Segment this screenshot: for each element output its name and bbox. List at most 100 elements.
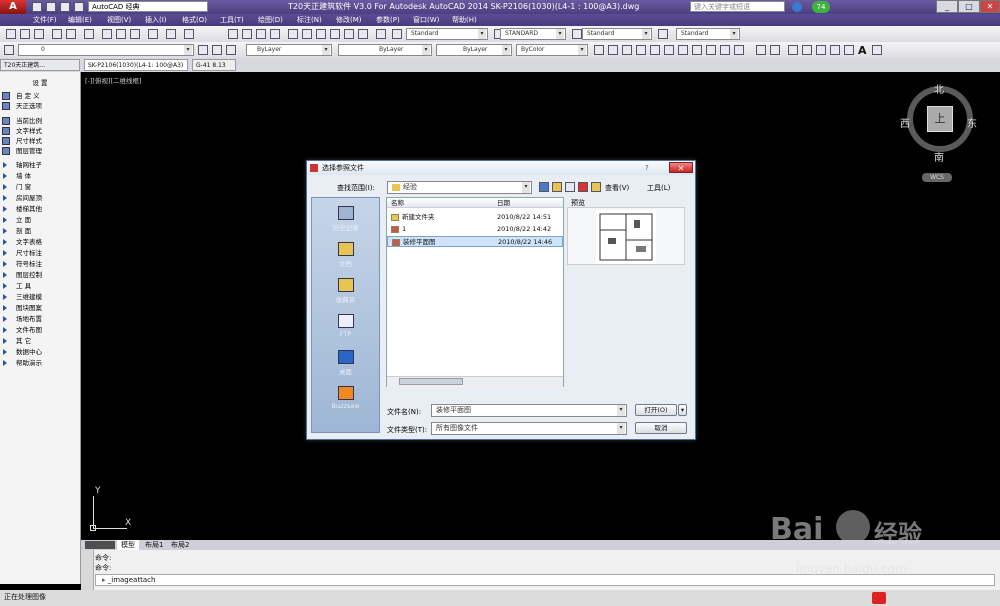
paste-icon[interactable]	[130, 29, 140, 39]
sidebar-header-settings[interactable]: 设 置	[0, 78, 80, 88]
file-row-selected[interactable]: 装修平面图 2010/8/22 14:46	[387, 236, 563, 247]
table-style-icon[interactable]	[572, 29, 582, 39]
region-icon[interactable]	[830, 45, 840, 55]
tools-menu[interactable]: 工具(L)	[647, 183, 670, 193]
up-folder-icon[interactable]	[552, 182, 562, 192]
rectangle-icon[interactable]	[650, 45, 660, 55]
preview-icon[interactable]	[66, 29, 76, 39]
close-button[interactable]: ✕	[980, 0, 1000, 13]
column-name-header[interactable]: 名称	[387, 198, 495, 208]
cut-icon[interactable]	[102, 29, 112, 39]
layer-select[interactable]: 0 ▾	[18, 44, 194, 56]
make-current-icon[interactable]	[198, 45, 208, 55]
properties-icon[interactable]	[288, 29, 298, 39]
color-select[interactable]: ByLayer ▾	[246, 44, 332, 56]
make-block-icon[interactable]	[770, 45, 780, 55]
zoom-realtime-icon[interactable]	[242, 29, 252, 39]
search-icon[interactable]	[792, 2, 802, 12]
place-buzzsaw[interactable]: Buzzsaw	[312, 386, 379, 410]
help-icon[interactable]	[376, 29, 386, 39]
sidebar-item[interactable]: 墙 体	[0, 171, 80, 181]
sidebar-item[interactable]: 轴网柱子	[0, 160, 80, 170]
sidebar-item[interactable]: 三维建模	[0, 292, 80, 302]
sidebar-item[interactable]: 文字样式	[0, 126, 80, 136]
file-row[interactable]: 新建文件夹 2010/8/22 14:51	[387, 212, 563, 223]
search-input[interactable]: 键入关键字或短语	[690, 1, 785, 12]
gradient-icon[interactable]	[816, 45, 826, 55]
save-icon[interactable]	[60, 2, 70, 12]
workspace-select[interactable]: AutoCAD 经典	[88, 1, 208, 12]
delete-icon[interactable]	[578, 182, 588, 192]
tab-model[interactable]: 模型	[117, 540, 139, 550]
layer-states-icon[interactable]	[226, 45, 236, 55]
layer-previous-icon[interactable]	[212, 45, 222, 55]
tab-nav-arrows[interactable]	[85, 541, 115, 549]
sidebar-item[interactable]: 天正选项	[0, 101, 80, 111]
calculator-icon[interactable]	[358, 29, 368, 39]
sidebar-item[interactable]: 帮助演示	[0, 358, 80, 368]
menu-view[interactable]: 视图(V)	[107, 15, 131, 25]
menu-window[interactable]: 窗口(W)	[413, 15, 439, 25]
menu-draw[interactable]: 绘图(D)	[258, 15, 283, 25]
add-selected-icon[interactable]	[872, 45, 882, 55]
mtext-icon[interactable]: A	[858, 44, 867, 57]
multileader-style-select[interactable]: Standard ▾	[676, 28, 740, 40]
sidebar-item[interactable]: 门 窗	[0, 182, 80, 192]
cancel-button[interactable]: 取消	[635, 422, 687, 434]
tool-palettes-icon[interactable]	[316, 29, 326, 39]
open-icon[interactable]	[46, 2, 56, 12]
linetype-select[interactable]: ByLayer ▾	[338, 44, 432, 56]
line-icon[interactable]	[594, 45, 604, 55]
sidebar-item[interactable]: 符号标注	[0, 259, 80, 269]
menu-parametric[interactable]: 参数(P)	[376, 15, 400, 25]
views-menu[interactable]: 查看(V)	[605, 183, 629, 193]
polygon-icon[interactable]	[636, 45, 646, 55]
sidebar-item[interactable]: 图块图案	[0, 303, 80, 313]
menu-file[interactable]: 文件(F)	[33, 15, 57, 25]
sidebar-item[interactable]: 工 具	[0, 281, 80, 291]
qnew-icon[interactable]	[6, 29, 16, 39]
layer-properties-icon[interactable]	[4, 45, 14, 55]
command-window-grip[interactable]	[81, 550, 94, 590]
table-icon[interactable]	[844, 45, 854, 55]
menu-tools[interactable]: 工具(T)	[220, 15, 244, 25]
viewcube-face[interactable]: 上	[927, 106, 953, 132]
point-icon[interactable]	[788, 45, 798, 55]
place-desktop[interactable]: 桌面	[312, 350, 379, 376]
filetype-select[interactable]: 所有图像文件 ▾	[431, 422, 627, 435]
place-history[interactable]: 历史记录	[312, 206, 379, 232]
ellipse-arc-icon[interactable]	[734, 45, 744, 55]
redo-toolbar-icon[interactable]	[184, 29, 194, 39]
notification-badge[interactable]: 74	[812, 1, 830, 13]
open-options-button[interactable]: ▾	[678, 404, 687, 416]
arc-icon[interactable]	[664, 45, 674, 55]
new-folder-icon[interactable]	[591, 182, 601, 192]
sidebar-item[interactable]: 自 定 义	[0, 91, 80, 101]
sidebar-item[interactable]: 场地布置	[0, 314, 80, 324]
sidebar-item[interactable]: 图层控制	[0, 270, 80, 280]
tab-layout1[interactable]: 布局1	[145, 540, 163, 550]
sidebar-item[interactable]: 其 它	[0, 336, 80, 346]
text-style-icon[interactable]	[392, 29, 402, 39]
sidebar-item[interactable]: 尺寸样式	[0, 136, 80, 146]
insert-block-icon[interactable]	[756, 45, 766, 55]
polyline-icon[interactable]	[622, 45, 632, 55]
open-button[interactable]: 打开(O)	[635, 404, 677, 416]
menu-help[interactable]: 帮助(H)	[452, 15, 477, 25]
compass-east[interactable]: 东	[967, 115, 977, 130]
back-icon[interactable]	[539, 182, 549, 192]
application-menu-button[interactable]: A	[0, 0, 26, 14]
copy-icon[interactable]	[116, 29, 126, 39]
lookin-select[interactable]: 经验 ▾	[387, 181, 532, 194]
sidebar-item[interactable]: 数据中心	[0, 347, 80, 357]
file-tab[interactable]: G-41 8.13	[192, 59, 236, 71]
wcs-menu[interactable]: WCS	[922, 173, 952, 182]
sidebar-item[interactable]: 图层管理	[0, 146, 80, 156]
match-properties-icon[interactable]	[148, 29, 158, 39]
circle-icon[interactable]	[678, 45, 688, 55]
multileader-style-icon[interactable]	[658, 29, 668, 39]
zoom-previous-icon[interactable]	[270, 29, 280, 39]
save-file-icon[interactable]	[34, 29, 44, 39]
viewport-label[interactable]: [-][俯视][二维线框]	[85, 75, 142, 85]
compass-south[interactable]: 南	[934, 149, 944, 164]
